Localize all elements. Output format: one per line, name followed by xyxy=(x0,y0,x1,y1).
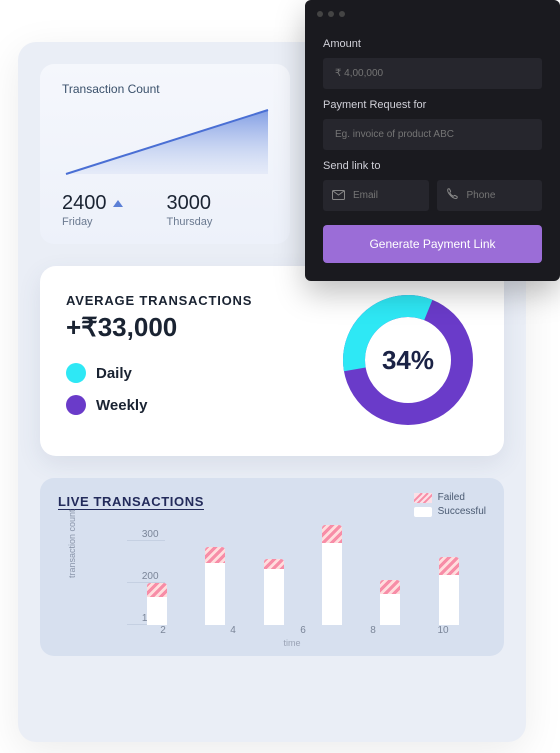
amount-input[interactable] xyxy=(323,58,542,89)
xlabel: time xyxy=(98,638,486,648)
average-donut-chart: 34% xyxy=(338,290,478,430)
stat-friday: 2400 Friday xyxy=(62,192,123,228)
average-left: AVERAGE TRANSACTIONS +₹33,000 Daily Week… xyxy=(66,293,252,427)
xtick: 4 xyxy=(223,625,243,636)
legend-label: Failed xyxy=(438,492,465,503)
failed-pattern-icon xyxy=(414,493,432,503)
window-dot-icon xyxy=(339,11,345,17)
xtick: 10 xyxy=(433,625,453,636)
weekly-dot-icon xyxy=(66,395,86,415)
live-transactions-card: LIVE TRANSACTIONS Failed Successful tran… xyxy=(40,478,504,656)
live-bars xyxy=(120,515,486,625)
average-legend: Daily Weekly xyxy=(66,363,252,415)
trend-up-icon xyxy=(113,200,123,207)
bar xyxy=(264,559,284,625)
donut-percent: 34% xyxy=(338,290,478,430)
average-title: AVERAGE TRANSACTIONS xyxy=(66,293,252,308)
legend-daily: Daily xyxy=(66,363,252,383)
stat-day: Thursday xyxy=(167,216,213,228)
xtick: 2 xyxy=(153,625,173,636)
bar xyxy=(439,557,459,625)
request-label: Payment Request for xyxy=(323,99,542,111)
request-input[interactable] xyxy=(323,119,542,150)
daily-dot-icon xyxy=(66,363,86,383)
generate-link-button[interactable]: Generate Payment Link xyxy=(323,225,542,263)
average-value: +₹33,000 xyxy=(66,312,252,343)
stat-day: Friday xyxy=(62,216,123,228)
transaction-count-title: Transaction Count xyxy=(62,82,268,96)
transaction-count-stats: 2400 Friday 3000 Thursday xyxy=(62,192,268,228)
xtick: 8 xyxy=(363,625,383,636)
bar xyxy=(205,547,225,625)
legend-label: Weekly xyxy=(96,397,147,414)
transaction-count-card: Transaction Count 2400 Friday 3000 Thurs… xyxy=(40,64,290,244)
xtick: 6 xyxy=(293,625,313,636)
live-yaxis: transaction count 300 200 100 xyxy=(58,515,120,625)
stat-thursday: 3000 Thursday xyxy=(167,192,213,228)
bar xyxy=(147,583,167,625)
bar xyxy=(380,580,400,625)
email-icon xyxy=(332,187,345,205)
live-xaxis: 2 4 6 8 10 xyxy=(120,625,486,636)
legend-failed: Failed xyxy=(414,492,486,503)
payment-form-panel: Amount Payment Request for Send link to … xyxy=(305,0,560,281)
window-dot-icon xyxy=(317,11,323,17)
bar xyxy=(322,525,342,625)
average-transactions-card: AVERAGE TRANSACTIONS +₹33,000 Daily Week… xyxy=(40,266,504,456)
stat-value: 2400 xyxy=(62,192,107,215)
amount-label: Amount xyxy=(323,38,542,50)
phone-icon xyxy=(446,187,458,205)
transaction-count-chart xyxy=(62,104,268,180)
legend-label: Daily xyxy=(96,365,132,382)
live-chart: transaction count 300 200 100 xyxy=(58,515,486,625)
stat-value: 3000 xyxy=(167,192,212,215)
sendto-label: Send link to xyxy=(323,160,542,172)
window-title-bar xyxy=(305,0,560,28)
window-dot-icon xyxy=(328,11,334,17)
legend-weekly: Weekly xyxy=(66,395,252,415)
ylabel: transaction count xyxy=(67,509,77,578)
